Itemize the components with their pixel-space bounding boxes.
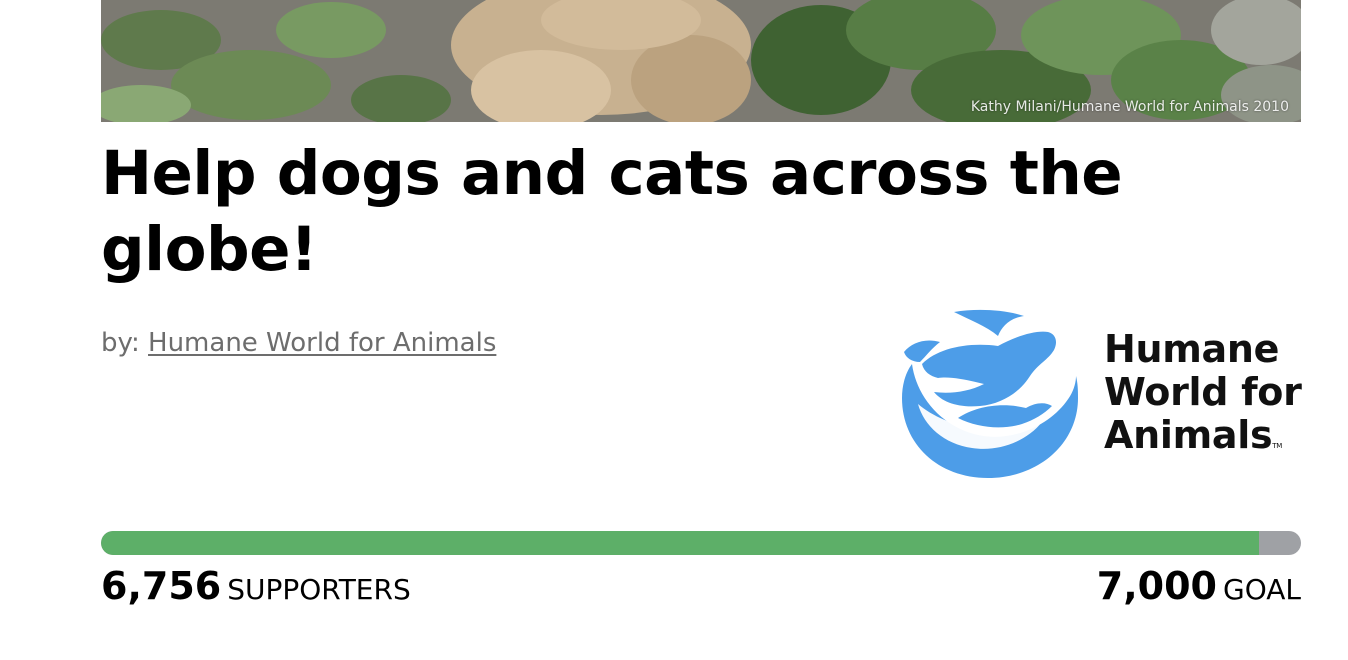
petition-page: Kathy Milani/Humane World for Animals 20… [0, 0, 1348, 660]
supporters-label: SUPPORTERS [227, 573, 411, 606]
goal-count: 7,000 GOAL [1097, 564, 1301, 608]
byline-prefix: by: [101, 328, 140, 358]
logo-wordmark: Humane World for AnimalsTM [1104, 328, 1302, 468]
goal-number: 7,000 [1096, 564, 1217, 608]
organization-logo: Humane World for AnimalsTM [898, 306, 1302, 482]
supporters-count: 6,756 SUPPORTERS [101, 564, 411, 608]
progress-bar [101, 531, 1301, 555]
logo-line-3-text: Animals [1104, 413, 1273, 457]
goal-label: GOAL [1223, 573, 1301, 606]
page-title: Help dogs and cats across the globe! [101, 138, 1123, 285]
photo-credit: Kathy Milani/Humane World for Animals 20… [970, 99, 1289, 115]
logo-line-2: World for [1104, 370, 1302, 414]
supporters-number: 6,756 [101, 564, 222, 608]
trademark-mark: TM [1272, 442, 1282, 450]
organization-link[interactable]: Humane World for Animals [148, 328, 496, 358]
progress-bar-fill [101, 531, 1260, 555]
hero-image: Kathy Milani/Humane World for Animals 20… [101, 0, 1301, 122]
logo-line-3: AnimalsTM [1104, 414, 1302, 468]
animals-emblem-icon [902, 309, 1078, 478]
logo-line-1: Humane [1104, 327, 1280, 371]
byline: by: Humane World for Animals [101, 328, 496, 358]
